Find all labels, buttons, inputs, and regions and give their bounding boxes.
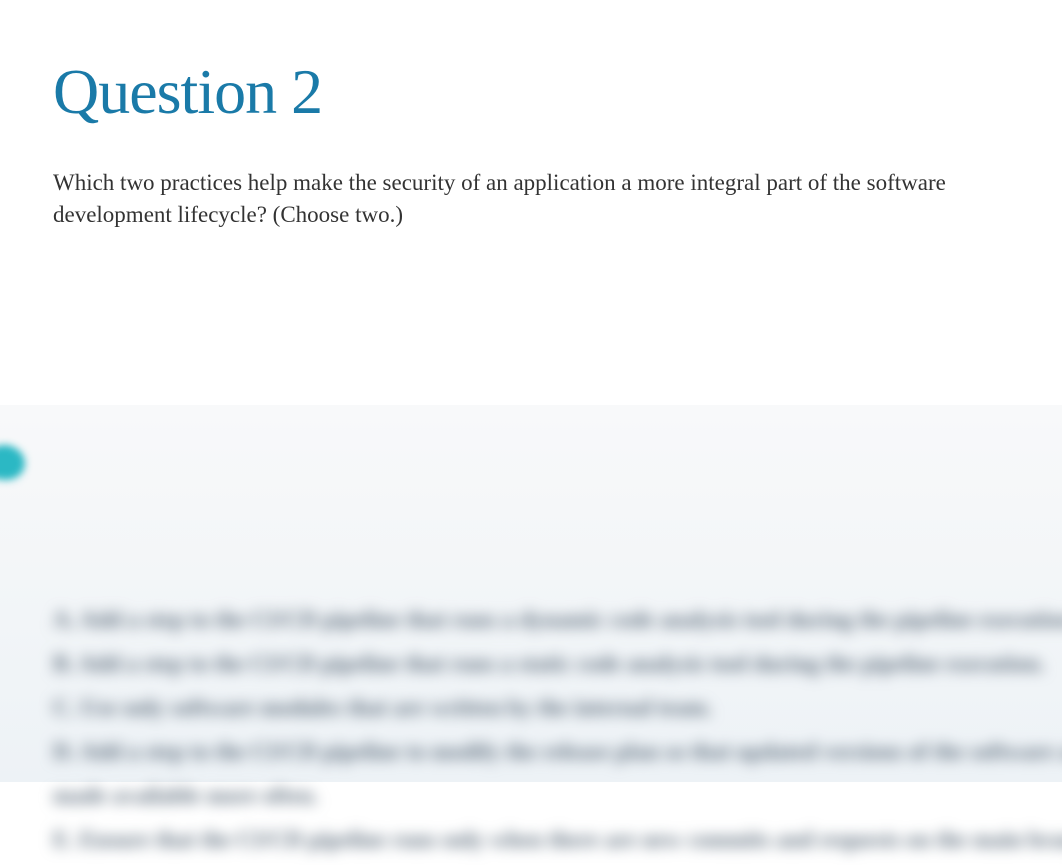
question-content: Question 2 Which two practices help make… [0,0,1062,231]
option-d-cont: made available more often. [53,776,1062,815]
blurred-options-list: A. Add a step to the CI/CD pipeline that… [53,600,1062,865]
option-e: E. Ensure that the CI/CD pipeline runs o… [53,820,1062,859]
question-text: Which two practices help make the securi… [53,167,1009,231]
option-c: C. Use only software modules that are wr… [53,688,1062,727]
decorative-shape [0,442,28,483]
option-a: A. Add a step to the CI/CD pipeline that… [53,600,1062,639]
question-title: Question 2 [53,55,1009,129]
blurred-overlay: A. Add a step to the CI/CD pipeline that… [0,405,1062,782]
option-b: B. Add a step to the CI/CD pipeline that… [53,644,1062,683]
option-d: D. Add a step to the CI/CD pipeline to m… [53,732,1062,771]
